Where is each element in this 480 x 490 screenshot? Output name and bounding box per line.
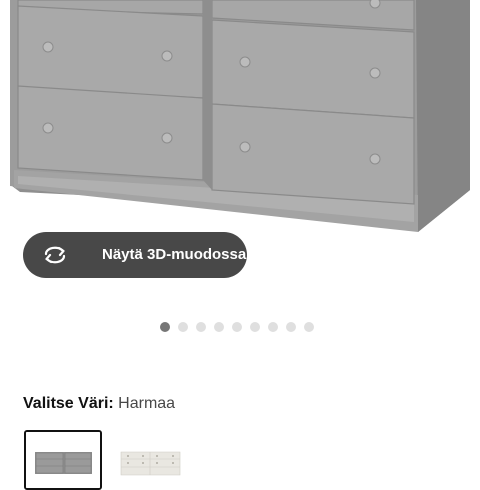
color-selector-heading: Valitse Väri: Harmaa — [23, 394, 175, 414]
carousel-dot-8[interactable] — [286, 322, 296, 332]
white-dresser-thumbnail — [112, 430, 190, 490]
carousel-dot-7[interactable] — [268, 322, 278, 332]
carousel-dot-9[interactable] — [304, 322, 314, 332]
color-label: Valitse Väri: — [23, 395, 114, 412]
color-swatch-white[interactable] — [112, 430, 190, 490]
carousel-dot-3[interactable] — [196, 322, 206, 332]
carousel-dot-6[interactable] — [250, 322, 260, 332]
carousel-dot-5[interactable] — [232, 322, 242, 332]
carousel-dot-2[interactable] — [178, 322, 188, 332]
color-swatch-gray[interactable] — [24, 430, 102, 490]
carousel-dot-1[interactable] — [160, 322, 170, 332]
view-3d-label: Näytä 3D-muodossa — [102, 246, 247, 263]
color-value: Harmaa — [118, 395, 176, 412]
rotate-arrows-icon — [44, 246, 66, 264]
carousel-dots — [160, 322, 314, 332]
view-3d-button[interactable]: Näytä 3D-muodossa — [23, 232, 247, 278]
carousel-dot-4[interactable] — [214, 322, 224, 332]
